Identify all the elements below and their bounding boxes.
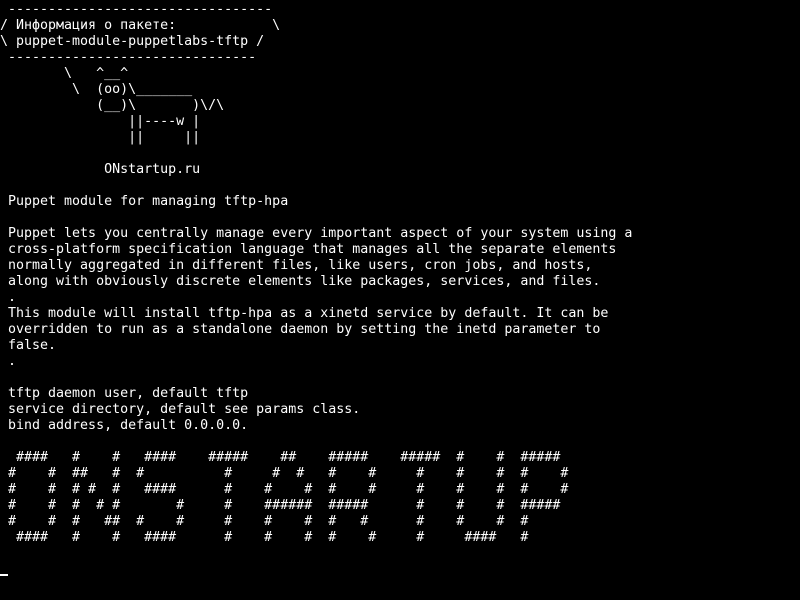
config-default-user: tftp daemon user, default tftp bbox=[0, 386, 249, 401]
cow-art-line: \ ^__^ bbox=[0, 66, 129, 81]
banner-title-line: / Информация о пакете: \ bbox=[0, 18, 281, 33]
description-line: along with obviously discrete elements l… bbox=[0, 274, 601, 289]
cow-art-line: (__)\ )\/\ bbox=[0, 98, 225, 113]
cow-art-line: \ (oo)\_______ bbox=[0, 82, 193, 97]
site-name-text: ONstartup.ru bbox=[0, 162, 201, 177]
ascii-art-banner-line: # # # # # #### # # # # # # # # # # bbox=[0, 482, 569, 497]
ascii-art-banner-line: # # # # # # # ###### ##### # # # ##### bbox=[0, 498, 561, 513]
description-line: cross-platform specification language th… bbox=[0, 242, 617, 257]
cow-art-line: ||----w | bbox=[0, 114, 201, 129]
terminal-screen[interactable]: --------------------------------- / Инфо… bbox=[0, 0, 800, 600]
config-bind-address: bind address, default 0.0.0.0. bbox=[0, 418, 249, 433]
banner-bottom-border: ------------------------------- bbox=[0, 50, 257, 65]
ascii-art-banner-line: # # ## # # # # # # # # # # # # bbox=[0, 466, 569, 481]
config-service-dir: service directory, default see params cl… bbox=[0, 402, 361, 417]
description-separator: . bbox=[0, 354, 17, 369]
ascii-art-banner-line: # # # ## # # # # # # # # # # # bbox=[0, 514, 529, 529]
ascii-art-banner-line: #### # # #### # # # # # # #### # bbox=[0, 530, 529, 545]
text-cursor bbox=[0, 574, 8, 576]
description-line: Puppet lets you centrally manage every i… bbox=[0, 226, 633, 241]
banner-package-line: \ puppet-module-puppetlabs-tftp / bbox=[0, 34, 265, 49]
description-line: false. bbox=[0, 338, 57, 353]
description-line: normally aggregated in different files, … bbox=[0, 258, 593, 273]
banner-top-border: --------------------------------- bbox=[0, 2, 273, 17]
cow-art-line: || || bbox=[0, 130, 201, 145]
ascii-art-banner-line: #### # # #### ##### ## ##### ##### # # #… bbox=[0, 450, 561, 465]
package-summary-text: Puppet module for managing tftp-hpa bbox=[0, 194, 289, 209]
description-line: overridden to run as a standalone daemon… bbox=[0, 322, 601, 337]
description-line: This module will install tftp-hpa as a x… bbox=[0, 306, 609, 321]
description-separator: . bbox=[0, 290, 17, 305]
